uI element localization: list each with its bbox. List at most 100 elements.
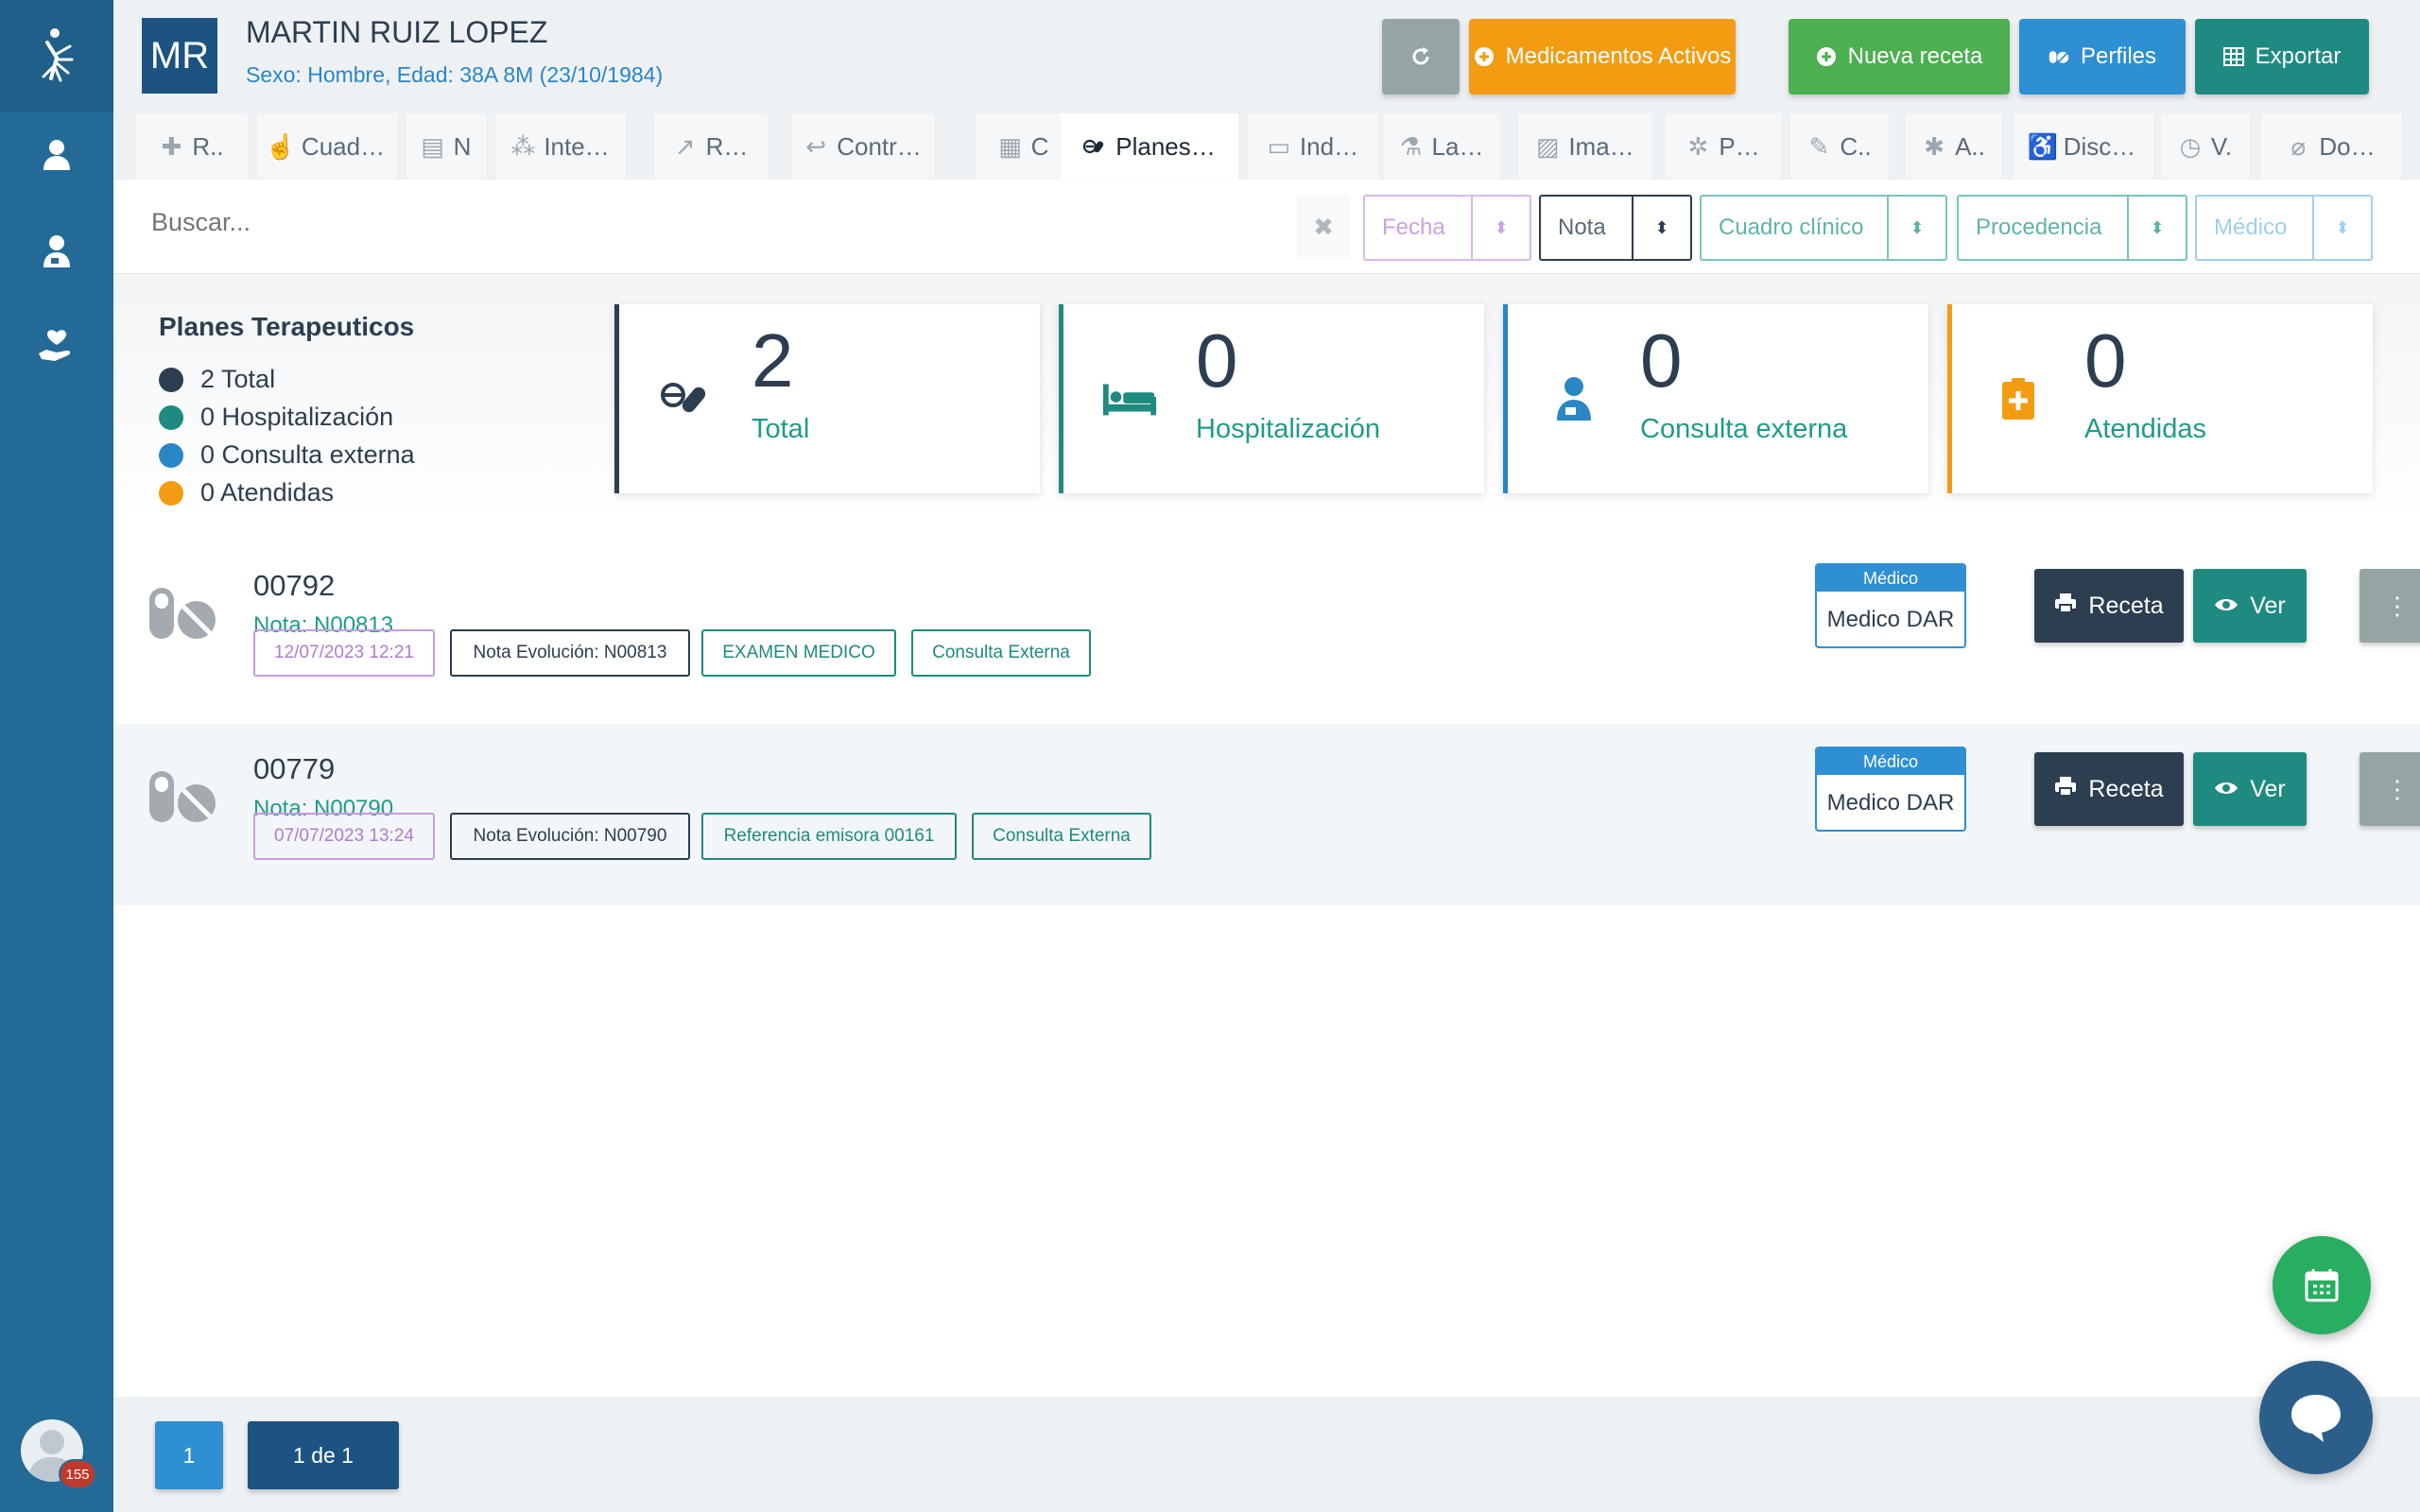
ver-label: Ver	[2250, 592, 2286, 619]
tab-11[interactable]: ✲ P…	[1666, 113, 1781, 180]
type-tag: Consulta Externa	[911, 629, 1091, 677]
export-label: Exportar	[2255, 43, 2342, 69]
tab-6[interactable]: ▦ C	[976, 113, 1072, 180]
new-prescription-button[interactable]: Nueva receta	[1789, 19, 2010, 94]
more-vertical-icon: ⋮	[2385, 592, 2410, 620]
nav-doctor[interactable]	[0, 214, 113, 289]
date-tag: 12/07/2023 12:21	[253, 629, 435, 677]
tab-7[interactable]: Planes…	[1061, 113, 1238, 180]
tab-label: Cuad…	[301, 131, 386, 161]
nav-care[interactable]	[0, 308, 113, 384]
pills-icon	[146, 580, 221, 656]
tab-9[interactable]: ⚗ La…	[1384, 113, 1499, 180]
receta-button[interactable]: Receta	[2034, 752, 2184, 826]
tab-label: Do…	[2319, 131, 2376, 161]
filter-nota-label: Nota	[1558, 215, 1606, 240]
clear-filters-button[interactable]: ✖	[1297, 195, 1350, 259]
tab-label: C	[1030, 131, 1049, 161]
procedencia-tag: EXAMEN MEDICO	[701, 629, 896, 677]
patient-header: MR MARTIN RUIZ LOPEZ Sexo: Hombre, Edad:…	[113, 0, 2420, 112]
tab-label: Ima…	[1568, 131, 1634, 161]
printer-icon	[2054, 776, 2077, 803]
tab-10[interactable]: ▨ Ima…	[1518, 113, 1652, 180]
user-icon	[43, 140, 70, 170]
tab-0[interactable]: ✚ R..	[136, 113, 248, 180]
page-indicator[interactable]: 1 de 1	[248, 1421, 399, 1489]
filter-fecha[interactable]: Fecha ⬍	[1363, 195, 1531, 261]
filter-medico-label: Médico	[2214, 215, 2288, 240]
tab-label: C..	[1840, 131, 1872, 161]
nav-patient[interactable]	[0, 117, 113, 193]
legend-text: 0 Atendidas	[200, 478, 335, 507]
tab-label: La…	[1431, 131, 1484, 161]
notification-badge[interactable]: 155	[59, 1459, 96, 1489]
document-icon: ▭	[1267, 131, 1291, 161]
app-logo[interactable]	[0, 0, 113, 112]
profiles-button[interactable]: Perfiles	[2019, 19, 2186, 94]
tab-8[interactable]: ▭ Ind…	[1248, 113, 1378, 180]
sort-icon: ⬍	[1632, 197, 1690, 259]
calendar-icon	[2305, 1269, 2339, 1302]
tab-label: R…	[705, 131, 749, 161]
printer-icon	[2054, 593, 2077, 620]
chat-button[interactable]	[2259, 1361, 2373, 1474]
search-input[interactable]	[151, 208, 1286, 237]
doctor-icon	[1546, 370, 1602, 427]
refresh-icon	[1412, 47, 1429, 65]
tab-label: Planes…	[1115, 131, 1216, 161]
stat-card-hospitalizacion: 0 Hospitalización	[1059, 304, 1484, 493]
clock-icon: ◷	[2179, 131, 2202, 161]
note-tag: Nota Evolución: N00790	[450, 813, 690, 860]
receta-button[interactable]: Receta	[2034, 569, 2184, 643]
filter-cuadro-clinico[interactable]: Cuadro clínico ⬍	[1700, 195, 1947, 261]
patient-name: MARTIN RUIZ LOPEZ	[246, 15, 548, 49]
legend-text: 2 Total	[200, 365, 276, 393]
ver-button[interactable]: Ver	[2193, 752, 2307, 826]
tab-3[interactable]: ⁂ Inte…	[495, 113, 626, 180]
filter-nota[interactable]: Nota ⬍	[1539, 195, 1692, 261]
tab-label: R..	[192, 131, 224, 161]
more-options-button[interactable]: ⋮	[2360, 752, 2420, 826]
microscope-icon: ⚗	[1399, 131, 1423, 161]
tab-1[interactable]: ☝ Cuad…	[257, 113, 397, 180]
refresh-button[interactable]	[1382, 19, 1460, 94]
ver-button[interactable]: Ver	[2193, 569, 2307, 643]
active-meds-button[interactable]: Medicamentos Activos	[1469, 19, 1736, 94]
tab-16[interactable]: ⌀ Do…	[2261, 113, 2401, 180]
patient-info: Sexo: Hombre, Edad: 38A 8M (23/10/1984)	[246, 62, 664, 87]
tab-4[interactable]: ↗ R…	[654, 113, 768, 180]
tab-5[interactable]: ↩ Contr…	[792, 113, 934, 180]
patient-initials: MR	[142, 18, 217, 94]
eye-icon	[2214, 593, 2238, 620]
tab-14[interactable]: ♿ Disc…	[2014, 113, 2153, 180]
tab-13[interactable]: ✱ A..	[1906, 113, 2002, 180]
legend-text: 0 Hospitalización	[200, 403, 394, 431]
stat-value: 0	[2084, 318, 2127, 403]
medico-value: Medico DAR	[1826, 790, 1955, 816]
calendar-fab-button[interactable]	[2273, 1236, 2371, 1334]
new-prescription-label: Nueva receta	[1847, 43, 1983, 69]
tab-12[interactable]: ✎ C..	[1790, 113, 1889, 180]
filter-medico[interactable]: Médico ⬍	[2195, 195, 2373, 261]
page-button-current[interactable]: 1	[155, 1421, 223, 1489]
tab-2[interactable]: ▤ N	[406, 113, 486, 180]
active-meds-label: Medicamentos Activos	[1505, 43, 1732, 69]
close-icon: ✖	[1313, 212, 1334, 241]
tab-15[interactable]: ◷ V.	[2161, 113, 2250, 180]
legend-dot	[159, 404, 183, 430]
filter-cuadro-label: Cuadro clínico	[1719, 215, 1864, 240]
stat-value: 0	[1640, 318, 1683, 403]
medico-header: Médico	[1817, 748, 1964, 775]
ver-label: Ver	[2250, 775, 2286, 802]
legend-text: 0 Consulta externa	[200, 440, 415, 469]
sort-icon: ⬍	[2312, 197, 2371, 259]
stat-label: Hospitalización	[1196, 414, 1381, 444]
date-tag: 07/07/2023 13:24	[253, 813, 435, 860]
filter-procedencia[interactable]: Procedencia ⬍	[1957, 195, 2187, 261]
tab-label: A..	[1955, 131, 1985, 161]
export-button[interactable]: Exportar	[2195, 19, 2369, 94]
filter-procedencia-label: Procedencia	[1976, 215, 2102, 240]
tab-label: V.	[2210, 131, 2233, 161]
more-options-button[interactable]: ⋮	[2360, 569, 2420, 643]
procedencia-tag: Referencia emisora 00161	[701, 813, 957, 860]
